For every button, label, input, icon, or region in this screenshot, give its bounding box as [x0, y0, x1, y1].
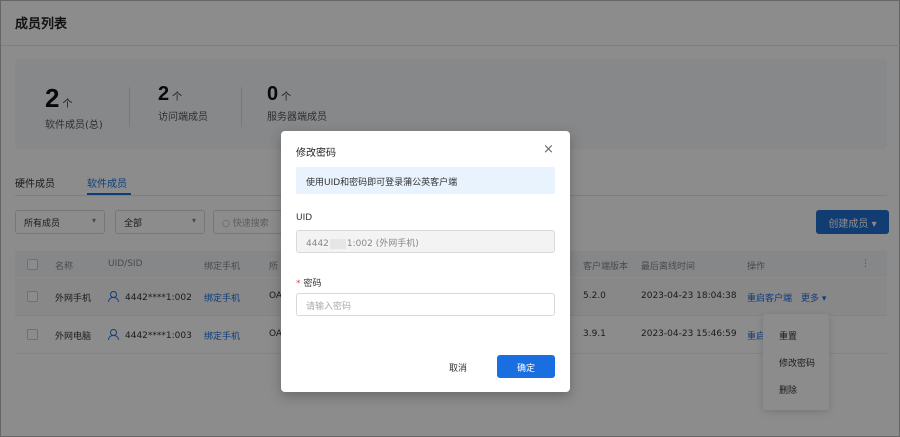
change-password-dialog: 修改密码 × 使用UID和密码即可登录蒲公英客户端 UID 4442 1:002 …: [281, 131, 570, 392]
required-mark: *: [296, 279, 301, 289]
password-label: * 密码: [296, 276, 322, 289]
cancel-button[interactable]: 取消: [449, 361, 467, 374]
info-banner: 使用UID和密码即可登录蒲公英客户端: [296, 167, 555, 194]
uid-field: 4442 1:002 (外网手机): [296, 230, 555, 253]
dialog-title: 修改密码: [296, 148, 336, 159]
uid-suffix: 1:002 (外网手机): [346, 239, 419, 249]
password-placeholder: 请输入密码: [306, 302, 352, 312]
confirm-button[interactable]: 确定: [497, 355, 555, 378]
uid-label: UID: [296, 213, 313, 223]
masked-segment: [329, 238, 346, 249]
password-label-text: 密码: [303, 279, 322, 289]
uid-prefix: 4442: [306, 239, 329, 249]
password-input[interactable]: 请输入密码: [296, 293, 555, 316]
close-icon[interactable]: ×: [543, 142, 554, 157]
